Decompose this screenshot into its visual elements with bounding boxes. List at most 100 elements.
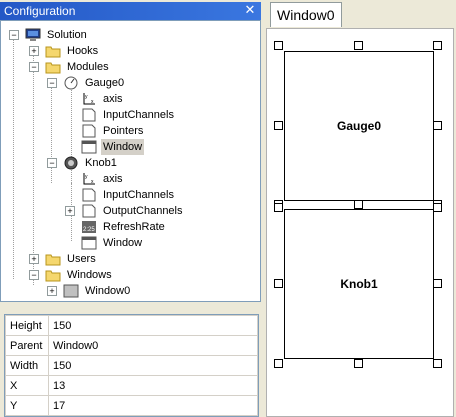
tree-label: Solution [47,29,87,41]
tree-label: Window [101,139,145,155]
tree-label: InputChannels [103,109,174,121]
gauge0-widget[interactable]: Gauge0 [284,51,434,201]
tree-item-modules[interactable]: − Modules [29,59,189,75]
resize-handle[interactable] [354,359,363,368]
document-icon [82,188,96,202]
clock-icon: 2:25 [82,221,96,233]
collapse-icon[interactable]: − [9,30,19,40]
collapse-icon[interactable]: − [47,78,57,88]
property-row[interactable]: Height 150 [5,315,258,336]
svg-text:2:25: 2:25 [83,227,95,233]
property-key: Y [5,395,49,416]
resize-handle[interactable] [274,41,283,50]
resize-handle[interactable] [433,359,442,368]
computer-icon [25,28,41,41]
configuration-panel: Configuration ✕ − Solution + Hooks − Mod… [0,0,261,417]
tree-item-windows[interactable]: − Windows [29,267,189,283]
design-canvas[interactable]: Gauge0 Knob1 [266,28,454,417]
property-key: X [5,375,49,396]
resize-handle[interactable] [354,200,363,209]
tree-label: axis [103,173,123,185]
panel-title: Configuration [4,4,76,18]
resize-handle[interactable] [433,203,442,212]
tree-item-hooks[interactable]: + Hooks [29,43,189,59]
svg-text:y: y [85,94,88,100]
property-value[interactable]: 13 [48,375,258,396]
tab-window0[interactable]: Window0 [270,2,342,27]
resize-handle[interactable] [274,279,283,288]
tree-label: Gauge0 [85,77,125,89]
tree-item-knob1-outputchannels[interactable]: + OutputChannels [65,203,235,219]
collapse-icon[interactable]: − [29,270,39,280]
tree-item-gauge0[interactable]: − Gauge0 [47,75,207,91]
tree-label: Window0 [85,285,131,297]
property-value[interactable]: 17 [48,395,258,416]
designer-area: Window0 Gauge0 Knob1 [262,0,456,417]
knob1-widget[interactable]: Knob1 [284,209,434,359]
tree-label: Window [103,237,143,249]
window-icon [81,236,97,250]
tree-label: OutputChannels [103,205,183,217]
property-row[interactable]: Parent Window0 [5,335,258,356]
close-icon[interactable]: ✕ [243,3,257,17]
folder-open-icon [45,270,61,282]
tree-item-knob1-inputchannels[interactable]: InputChannels [81,187,231,203]
tree-item-solution[interactable]: − Solution [9,27,169,43]
gauge-icon [64,76,78,90]
document-icon [82,124,96,138]
folder-icon [45,46,61,58]
tree-item-window0[interactable]: + Window0 [47,283,217,299]
property-row[interactable]: X 13 [5,375,258,396]
property-value[interactable]: 150 [48,315,258,336]
tree-label: Modules [67,61,109,73]
resize-handle[interactable] [274,359,283,368]
svg-text:y: y [85,174,88,180]
expand-icon[interactable]: + [29,46,39,56]
tree-item-gauge0-pointers[interactable]: Pointers [81,123,231,139]
widget-label: Gauge0 [336,119,381,133]
window-icon [63,284,79,298]
tree-item-gauge0-window[interactable]: Window [81,139,231,155]
property-key: Parent [5,335,49,356]
tree-label: Windows [67,269,112,281]
property-value[interactable]: 150 [48,355,258,376]
panel-splitter[interactable] [0,302,261,310]
tree-label: Pointers [103,125,144,137]
tree-item-gauge0-axis[interactable]: yx axis [81,91,231,107]
expand-icon[interactable]: + [47,286,57,296]
resize-handle[interactable] [433,121,442,130]
resize-handle[interactable] [274,203,283,212]
tree-item-gauge0-inputchannels[interactable]: InputChannels [81,107,231,123]
window-icon [81,140,97,154]
expand-icon[interactable]: + [65,206,75,216]
property-row[interactable]: Width 150 [5,355,258,376]
property-value[interactable]: Window0 [48,335,258,356]
axis-icon: yx [83,93,95,105]
collapse-icon[interactable]: − [47,158,57,168]
solution-tree: − Solution + Hooks − Modules − Gauge0 y … [0,20,261,302]
property-row[interactable]: Y 17 [5,395,258,416]
property-key: Height [5,315,49,336]
knob-icon [64,156,78,170]
tree-label: InputChannels [103,189,174,201]
collapse-icon[interactable]: − [29,62,39,72]
tree-item-knob1-refreshrate[interactable]: 2:25 RefreshRate [81,219,231,235]
tree-label: Hooks [67,45,99,57]
expand-icon[interactable]: + [29,254,39,264]
folder-icon [45,254,61,266]
resize-handle[interactable] [354,41,363,50]
properties-grid: Height 150 Parent Window0 Width 150 X 13… [4,314,259,417]
resize-handle[interactable] [433,279,442,288]
tree-item-knob1-axis[interactable]: yx axis [81,171,231,187]
property-key: Width [5,355,49,376]
tree-label: RefreshRate [103,221,165,233]
axis-icon: yx [83,173,95,185]
tree-item-knob1[interactable]: − Knob1 [47,155,207,171]
folder-open-icon [45,62,61,74]
tree-label: axis [103,93,123,105]
resize-handle[interactable] [433,41,442,50]
tree-item-users[interactable]: + Users [29,251,189,267]
resize-handle[interactable] [274,121,283,130]
tree-item-knob1-window[interactable]: Window [81,235,231,251]
document-icon [82,204,96,218]
